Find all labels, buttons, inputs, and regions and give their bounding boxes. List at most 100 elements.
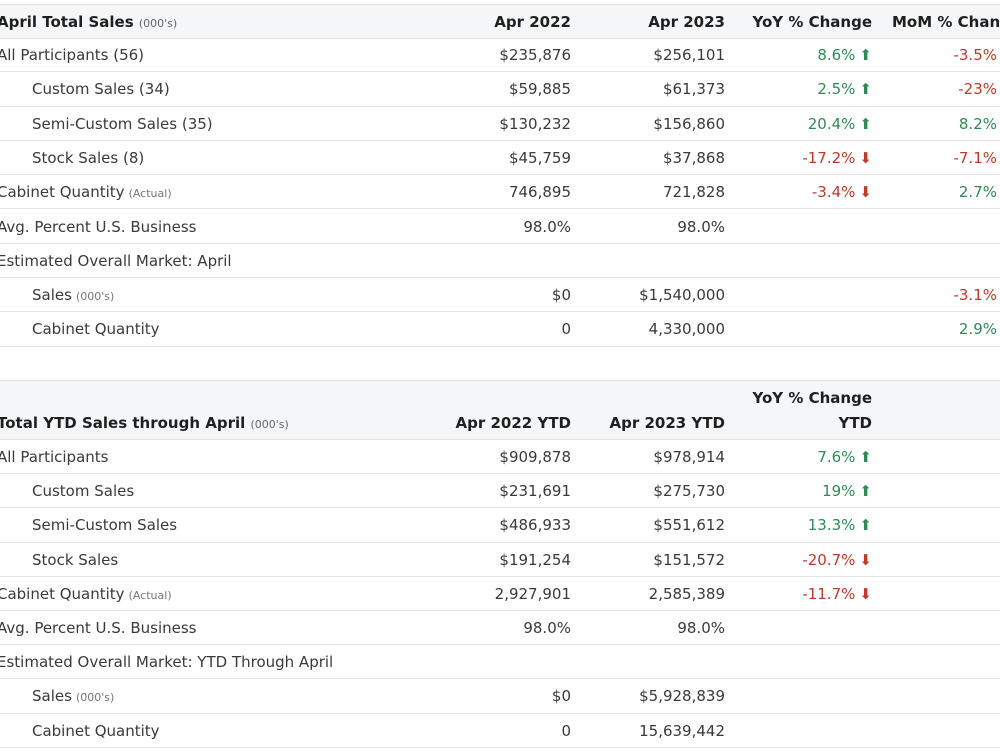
- value-col1: 98.0%: [523, 217, 571, 236]
- row-label: Cabinet Quantity: [32, 722, 160, 740]
- mom-change-value: 2.9%: [958, 320, 997, 339]
- value-col2: 98.0%: [677, 217, 725, 236]
- row-label: Avg. Percent U.S. Business: [0, 218, 196, 236]
- row-label-text: Avg. Percent U.S. Business: [0, 217, 197, 236]
- value-col2: 2,585,389: [648, 584, 725, 603]
- table-row: Custom Sales (34) $59,885 $61,373 2.5% ⬆ -23%: [0, 72, 1000, 107]
- yoy-change-value: 2.5%: [817, 80, 856, 99]
- row-label: Stock Sales (8): [32, 149, 144, 167]
- row-label: Cabinet Quantity: [32, 320, 160, 338]
- arrow-up-icon: ⬆: [859, 80, 872, 99]
- row-label-unit: (Actual): [128, 187, 172, 201]
- table-row: All Participants (56) $235,876 $256,101 8.6…: [0, 38, 1000, 73]
- ytd-title-text: Total YTD Sales through April: [0, 414, 246, 432]
- value-col1: $191,254: [499, 550, 571, 569]
- col-header-yoy-line1: YoY % Change: [752, 389, 872, 407]
- mom-change-value: -3.1%: [953, 286, 997, 305]
- row-label-unit: (000's): [75, 290, 115, 304]
- col-header-apr-2023: Apr 2023: [648, 13, 725, 31]
- value-col2: $37,868: [662, 148, 725, 167]
- mom-change-value: 8.2%: [958, 114, 997, 133]
- row-label-text: Cabinet Quantity: [32, 320, 160, 339]
- table-row: Cabinet Quantity (Actual) 746,895 721,828 -3…: [0, 175, 1000, 210]
- row-label-text: Semi-Custom Sales: [32, 516, 178, 535]
- table-row: Sales (000's) $0 $1,540,000 -3.1%: [0, 278, 1000, 313]
- yoy-change-value: 19%: [822, 482, 856, 501]
- value-col1: $909,878: [499, 448, 571, 466]
- table-row: Avg. Percent U.S. Business 98.0% 98.0%: [0, 611, 1000, 646]
- yoy-change-cell: 19% ⬆: [822, 482, 872, 500]
- col-header-yoy-change-ytd: YoY % Change YTD: [752, 386, 872, 436]
- mom-change-value: -7.1%: [953, 148, 997, 167]
- value-col1: 0: [561, 320, 571, 339]
- april-title-text: April Total Sales: [0, 13, 134, 31]
- col-header-yoy-change: YoY % Change: [752, 13, 872, 31]
- yoy-change-value: -11.7%: [802, 584, 856, 603]
- row-label-unit: (Actual): [128, 588, 172, 602]
- row-label: Estimated Overall Market: April: [0, 252, 232, 270]
- value-col1: 0: [561, 721, 571, 740]
- table-row: Stock Sales $191,254 $151,572 -20.7% ⬇: [0, 543, 1000, 577]
- row-label: Avg. Percent U.S. Business: [0, 619, 196, 637]
- arrow-down-icon: ⬇: [859, 183, 872, 202]
- table-row: Cabinet Quantity (Actual) 2,927,901 2,585,3…: [0, 577, 1000, 611]
- mom-change-value: -23%: [958, 80, 997, 99]
- yoy-change-value: 7.6%: [817, 448, 856, 466]
- arrow-up-icon: ⬆: [859, 482, 872, 501]
- yoy-change-value: 20.4%: [807, 114, 856, 133]
- row-label: All Participants: [0, 448, 108, 466]
- row-label-text: All Participants: [0, 448, 109, 466]
- table-row: Estimated Overall Market: YTD Through Ap…: [0, 645, 1000, 680]
- row-label-text: All Participants (56): [0, 46, 145, 64]
- value-col2: 4,330,000: [648, 320, 725, 339]
- arrow-up-icon: ⬆: [859, 448, 872, 466]
- yoy-change-cell: -20.7% ⬇: [802, 551, 872, 569]
- yoy-change-cell: -11.7% ⬇: [802, 585, 872, 603]
- row-label-text: Semi-Custom Sales (35): [32, 114, 213, 133]
- value-col1: $59,885: [508, 80, 571, 99]
- value-col2: $151,572: [653, 550, 725, 569]
- value-col1: $0: [551, 687, 571, 706]
- april-title-unit: (000's): [138, 17, 178, 30]
- arrow-up-icon: ⬆: [859, 114, 872, 133]
- table-row: Custom Sales $231,691 $275,730 19% ⬆: [0, 474, 1000, 509]
- table-row: Semi-Custom Sales (35) $130,232 $156,860 20…: [0, 107, 1000, 141]
- value-col2: 721,828: [662, 183, 725, 202]
- row-label: Stock Sales: [32, 551, 118, 569]
- ytd-table-header: Total YTD Sales through April (000's) Ap…: [0, 380, 1000, 440]
- table-row: Cabinet Quantity 0 15,639,442: [0, 714, 1000, 748]
- col-header-mom-change: MoM % Change: [892, 13, 1000, 31]
- row-label: All Participants (56): [0, 46, 144, 64]
- value-col2: $61,373: [662, 80, 725, 99]
- yoy-change-value: 13.3%: [807, 516, 856, 535]
- value-col2: 98.0%: [677, 619, 725, 637]
- value-col1: $231,691: [499, 482, 571, 501]
- value-col1: 98.0%: [523, 619, 571, 637]
- row-label-text: Cabinet Quantity: [0, 584, 125, 603]
- value-col1: 746,895: [508, 183, 571, 202]
- value-col2: $156,860: [653, 114, 725, 133]
- arrow-down-icon: ⬇: [859, 584, 872, 603]
- row-label-text: Sales: [32, 286, 72, 305]
- table-row: Sales (000's) $0 $5,928,839: [0, 679, 1000, 714]
- value-col1: $235,876: [499, 46, 571, 64]
- row-label-text: Custom Sales: [32, 482, 135, 501]
- col-header-yoy-line2: YTD: [838, 414, 872, 432]
- value-col2: $256,101: [653, 46, 725, 64]
- table-row: All Participants $909,878 $978,914 7.6% ⬆: [0, 440, 1000, 475]
- mom-change-value: -3.5%: [953, 46, 997, 64]
- value-col1: $486,933: [499, 516, 571, 535]
- row-label-text: Estimated Overall Market: April: [0, 251, 232, 270]
- row-label: Cabinet Quantity (Actual): [0, 585, 172, 603]
- yoy-change-cell: -3.4% ⬇: [812, 183, 872, 201]
- ytd-table-title: Total YTD Sales through April (000's): [0, 414, 289, 432]
- mom-change-value: 2.7%: [958, 183, 997, 202]
- row-label: Custom Sales: [32, 482, 134, 500]
- value-col2: $275,730: [653, 482, 725, 501]
- yoy-change-value: -3.4%: [811, 183, 856, 202]
- value-col1: 2,927,901: [494, 584, 571, 603]
- yoy-change-cell: 13.3% ⬆: [808, 516, 872, 534]
- row-label-text: Stock Sales (8): [32, 148, 145, 167]
- ytd-title-unit: (000's): [250, 418, 289, 431]
- arrow-up-icon: ⬆: [859, 516, 872, 535]
